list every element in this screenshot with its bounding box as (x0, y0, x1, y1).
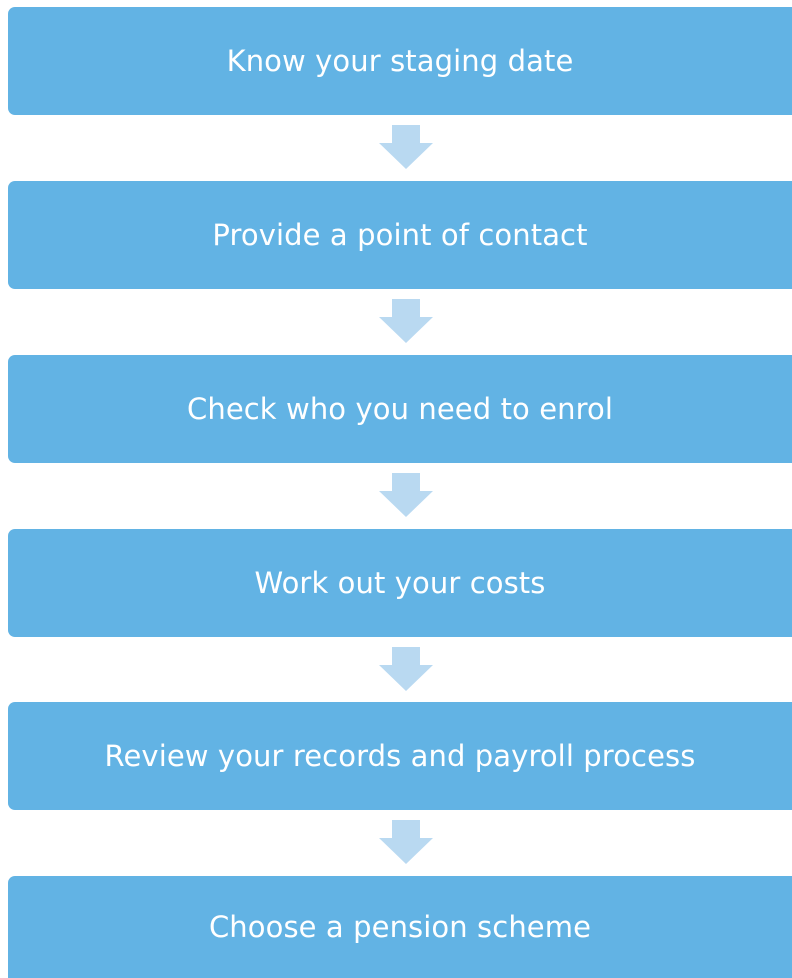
step-know-staging-date: Know your staging date (8, 7, 792, 115)
down-arrow-icon (379, 820, 433, 864)
step-label: Work out your costs (254, 566, 546, 600)
step-label: Review your records and payroll process (104, 739, 696, 773)
step-choose-pension-scheme: Choose a pension scheme (8, 876, 792, 978)
step-label: Know your staging date (226, 44, 574, 78)
step-provide-point-of-contact: Provide a point of contact (8, 181, 792, 289)
process-flowchart: Know your staging date Provide a point o… (0, 0, 792, 978)
down-arrow-icon (379, 299, 433, 343)
down-arrow-icon (379, 647, 433, 691)
step-check-who-to-enrol: Check who you need to enrol (8, 355, 792, 463)
step-label: Choose a pension scheme (208, 910, 592, 944)
step-label: Provide a point of contact (212, 218, 588, 252)
step-work-out-costs: Work out your costs (8, 529, 792, 637)
down-arrow-icon (379, 125, 433, 169)
step-label: Check who you need to enrol (186, 392, 614, 426)
down-arrow-icon (379, 473, 433, 517)
step-review-records-payroll: Review your records and payroll process (8, 702, 792, 810)
